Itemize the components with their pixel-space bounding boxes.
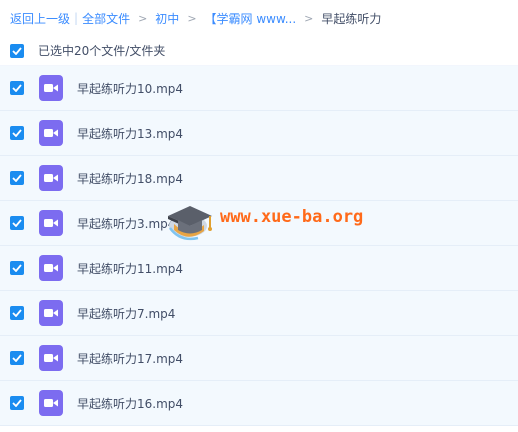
checkmark-icon: [12, 219, 22, 227]
file-checkbox[interactable]: [10, 306, 24, 320]
breadcrumb: 返回上一级 | 全部文件 > 初中 > 【学霸网 www... > 早起练听力: [0, 0, 518, 36]
checkmark-icon: [12, 129, 22, 137]
video-file-icon: [39, 165, 63, 191]
file-checkbox[interactable]: [10, 216, 24, 230]
checkmark-icon: [12, 309, 22, 317]
file-row[interactable]: 早起练听力16.mp4: [0, 381, 518, 426]
video-file-icon: [39, 210, 63, 236]
checkmark-icon: [12, 84, 22, 92]
checkmark-icon: [12, 264, 22, 272]
file-row[interactable]: 早起练听力11.mp4: [0, 246, 518, 291]
checkmark-icon: [12, 354, 22, 362]
file-name[interactable]: 早起练听力3.mp4: [77, 215, 175, 232]
video-file-icon: [39, 300, 63, 326]
breadcrumb-current: 早起练听力: [321, 11, 382, 26]
breadcrumb-folder-junior[interactable]: 初中: [155, 10, 179, 27]
file-checkbox[interactable]: [10, 261, 24, 275]
file-name[interactable]: 早起练听力10.mp4: [77, 80, 183, 97]
file-list: 早起练听力10.mp4 早起练听力13.mp4 早起练听力18.mp4 早起练听力3.…: [0, 66, 518, 426]
breadcrumb-separator: |: [74, 11, 79, 25]
file-row[interactable]: 早起练听力10.mp4: [0, 66, 518, 111]
checkmark-icon: [12, 174, 22, 182]
file-name[interactable]: 早起练听力18.mp4: [77, 170, 183, 187]
select-all-checkbox[interactable]: [10, 43, 24, 58]
file-checkbox[interactable]: [10, 126, 24, 140]
file-name[interactable]: 早起练听力16.mp4: [77, 395, 183, 412]
file-name[interactable]: 早起练听力7.mp4: [77, 305, 175, 322]
checkmark-icon: [12, 46, 22, 55]
video-file-icon: [39, 390, 63, 416]
file-name[interactable]: 早起练听力11.mp4: [77, 260, 183, 277]
breadcrumb-arrow: >: [187, 11, 197, 25]
file-row[interactable]: 早起练听力17.mp4: [0, 336, 518, 381]
file-name[interactable]: 早起练听力17.mp4: [77, 350, 183, 367]
video-file-icon: [39, 120, 63, 146]
video-file-icon: [39, 345, 63, 371]
breadcrumb-folder-xueba[interactable]: 【学霸网 www...: [205, 10, 297, 27]
file-checkbox[interactable]: [10, 396, 24, 410]
breadcrumb-arrow: >: [304, 11, 314, 25]
file-checkbox[interactable]: [10, 351, 24, 365]
all-files-link[interactable]: 全部文件: [82, 10, 130, 27]
selection-count-label: 已选中20个文件/文件夹: [38, 44, 166, 58]
video-file-icon: [39, 75, 63, 101]
checkmark-icon: [12, 399, 22, 407]
file-checkbox[interactable]: [10, 171, 24, 185]
back-link[interactable]: 返回上一级: [10, 10, 70, 27]
file-row[interactable]: 早起练听力3.mp4: [0, 201, 518, 246]
selection-bar: 已选中20个文件/文件夹: [0, 36, 518, 66]
file-checkbox[interactable]: [10, 81, 24, 95]
file-row[interactable]: 早起练听力13.mp4: [0, 111, 518, 156]
file-row[interactable]: 早起练听力18.mp4: [0, 156, 518, 201]
file-name[interactable]: 早起练听力13.mp4: [77, 125, 183, 142]
video-file-icon: [39, 255, 63, 281]
breadcrumb-arrow: >: [138, 11, 148, 25]
file-row[interactable]: 早起练听力7.mp4: [0, 291, 518, 336]
